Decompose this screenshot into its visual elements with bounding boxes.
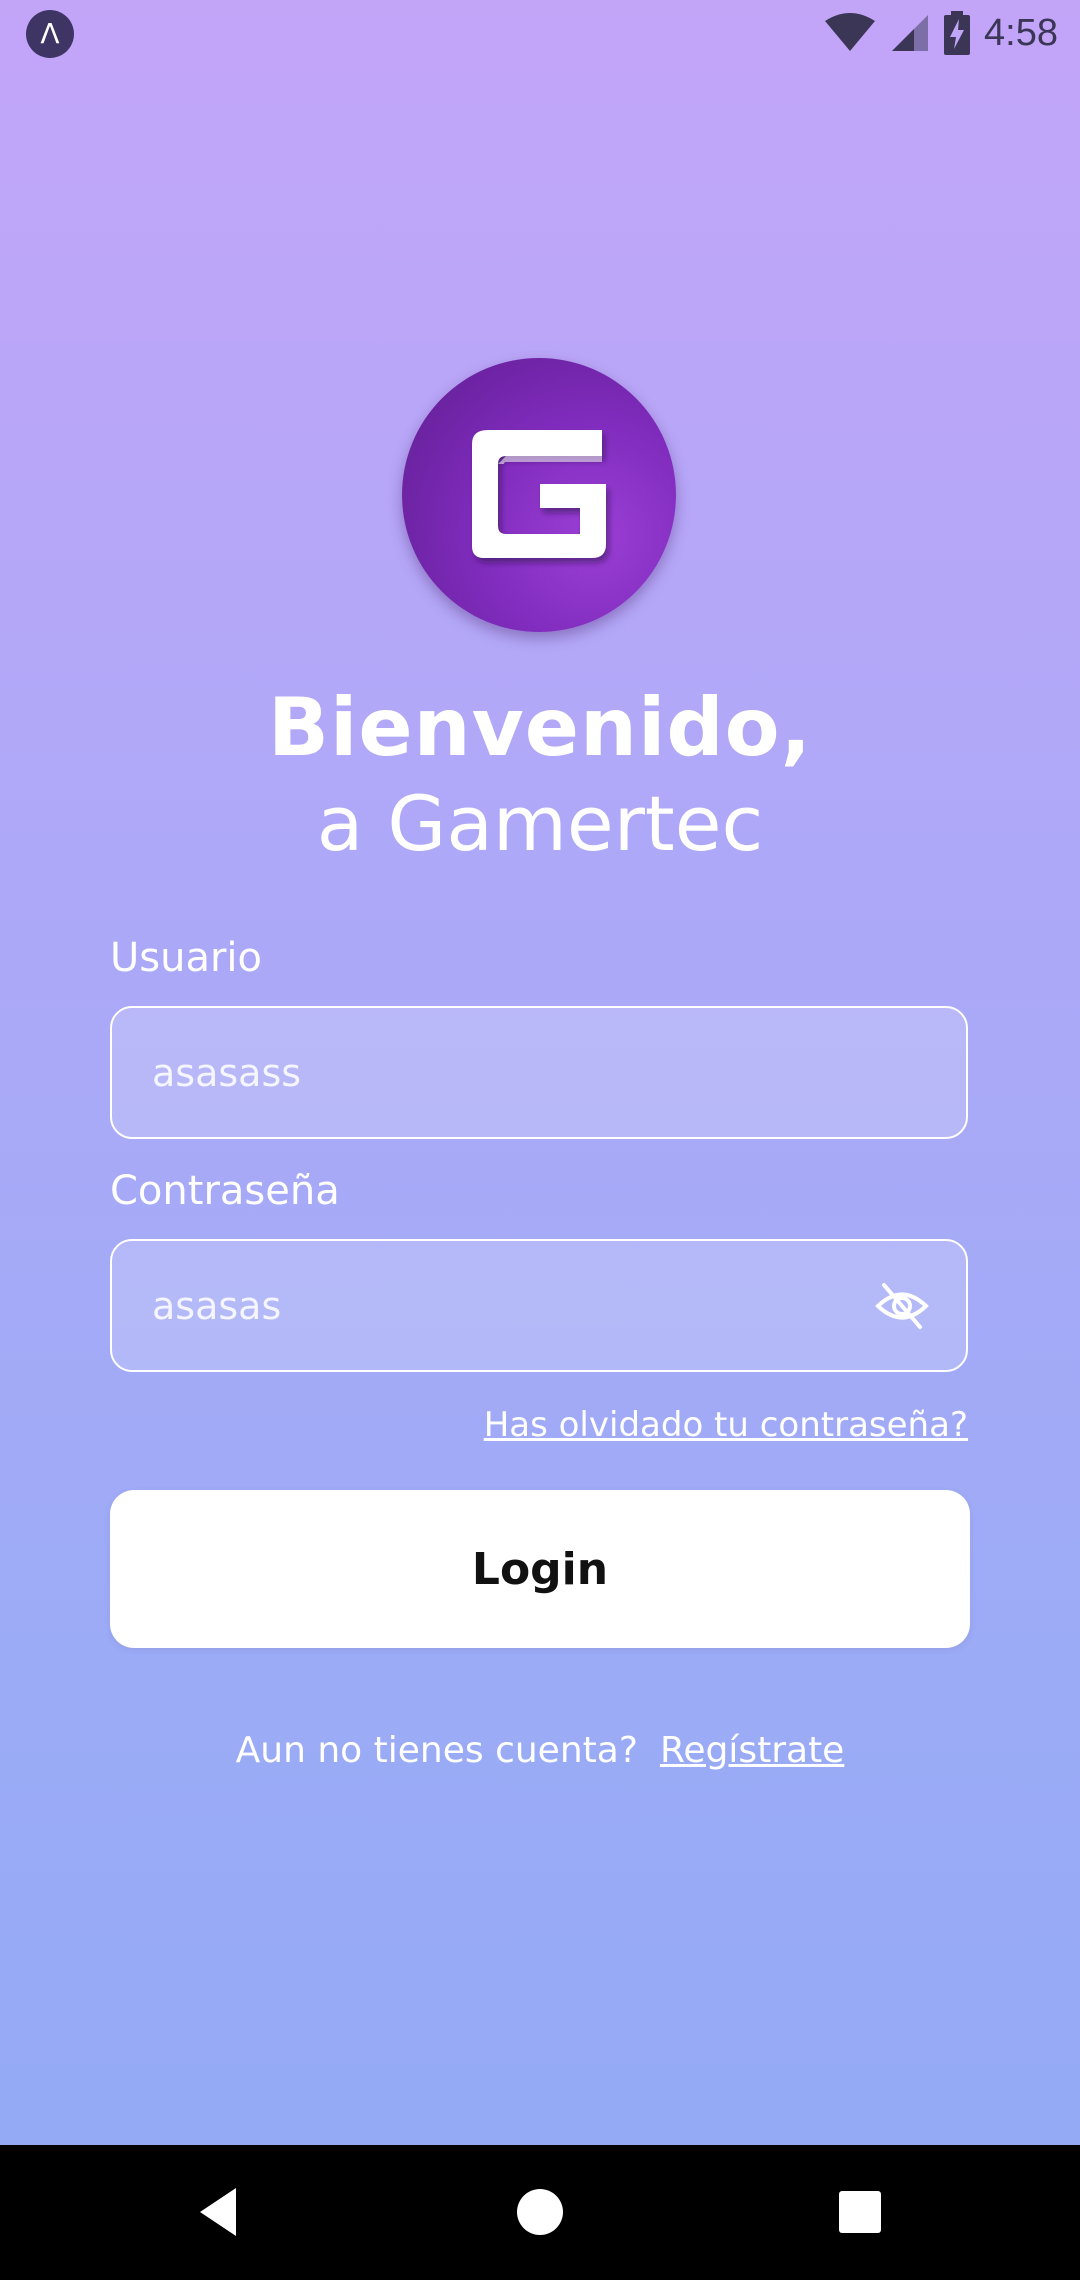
password-field[interactable] xyxy=(110,1239,968,1372)
username-field[interactable] xyxy=(110,1006,968,1139)
login-button[interactable]: Login xyxy=(110,1490,970,1648)
password-label: Contraseña xyxy=(110,1168,340,1214)
screen: Λ 4:58 Bienvenido, a Gamertec Usuario as… xyxy=(0,0,1080,2280)
welcome-subtitle: a Gamertec xyxy=(316,779,764,868)
register-row: Aun no tienes cuenta? Regístrate xyxy=(0,1730,1080,1771)
register-link[interactable]: Regístrate xyxy=(660,1730,844,1771)
forgot-password-link[interactable]: Has olvidado tu contraseña? xyxy=(484,1405,968,1445)
status-bar: Λ 4:58 xyxy=(0,0,1080,66)
gamertec-logo xyxy=(402,358,676,632)
welcome-title: Bienvenido, xyxy=(267,681,812,774)
navigation-bar xyxy=(0,2145,1080,2280)
status-icons: 4:58 xyxy=(824,8,1058,58)
battery-charging-icon xyxy=(944,11,971,55)
back-icon[interactable] xyxy=(160,2145,280,2280)
login-screen: Λ 4:58 Bienvenido, a Gamertec Usuario as… xyxy=(0,0,1080,2145)
wifi-icon xyxy=(825,13,876,51)
password-input[interactable] xyxy=(152,1241,852,1370)
eye-off-icon[interactable] xyxy=(874,1281,930,1331)
username-label: Usuario xyxy=(110,935,263,981)
expo-icon: Λ xyxy=(26,10,74,58)
username-input[interactable] xyxy=(152,1008,852,1137)
g-letter-icon xyxy=(472,430,606,558)
status-time: 4:58 xyxy=(984,11,1058,54)
home-icon[interactable] xyxy=(480,2145,600,2280)
recents-icon[interactable] xyxy=(800,2145,920,2280)
signal-icon xyxy=(892,15,929,51)
register-prompt: Aun no tienes cuenta? xyxy=(235,1730,638,1771)
welcome-heading: Bienvenido, a Gamertec xyxy=(0,680,1080,872)
